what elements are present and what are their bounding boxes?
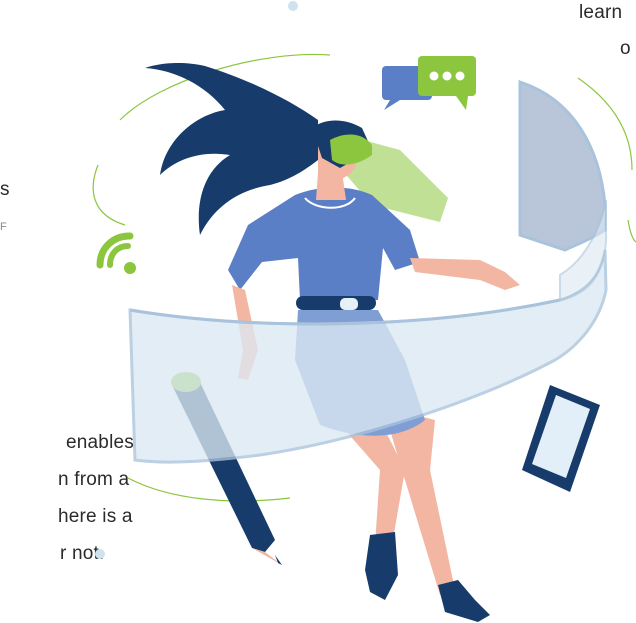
chat-bubbles-icon — [382, 56, 476, 110]
tablet-icon — [522, 385, 600, 492]
belt — [296, 296, 376, 310]
belt-buckle — [340, 298, 358, 310]
right-arm — [410, 258, 520, 290]
orbit-line-left — [92, 164, 126, 226]
vr-illustration — [92, 53, 636, 622]
hologram-back-panel — [518, 79, 607, 252]
wifi-icon — [96, 232, 136, 274]
left-shoe — [365, 532, 398, 600]
right-shoe — [438, 580, 490, 622]
orbit-line-right-small — [627, 219, 636, 243]
legs — [345, 410, 455, 595]
orbit-line-bottom — [127, 477, 291, 502]
